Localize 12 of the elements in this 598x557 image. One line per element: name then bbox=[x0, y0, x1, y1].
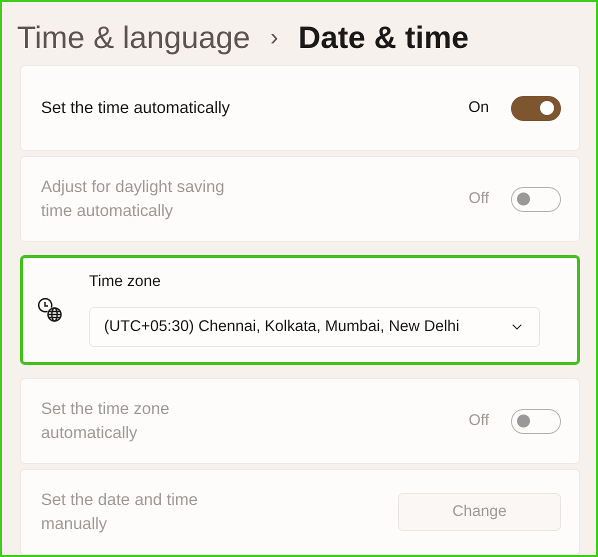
setting-label: Set the date and time manually bbox=[41, 490, 199, 535]
toggle-state-text: On bbox=[468, 99, 489, 117]
time-zone-dropdown[interactable]: (UTC+05:30) Chennai, Kolkata, Mumbai, New Delhi bbox=[89, 307, 540, 347]
toggle-state-text: Off bbox=[468, 412, 490, 430]
breadcrumb-separator: › bbox=[270, 24, 278, 52]
setting-label: Adjust for daylight saving time automatically bbox=[41, 177, 226, 222]
breadcrumb-parent[interactable]: Time & language bbox=[17, 20, 250, 56]
page-title: Date & time bbox=[298, 20, 469, 56]
setting-label: Time zone bbox=[89, 273, 162, 291]
setting-label: Set the time zone automatically bbox=[41, 399, 170, 444]
toggle-state-text: Off bbox=[468, 190, 490, 208]
setting-label: Set the time automatically bbox=[41, 98, 231, 119]
